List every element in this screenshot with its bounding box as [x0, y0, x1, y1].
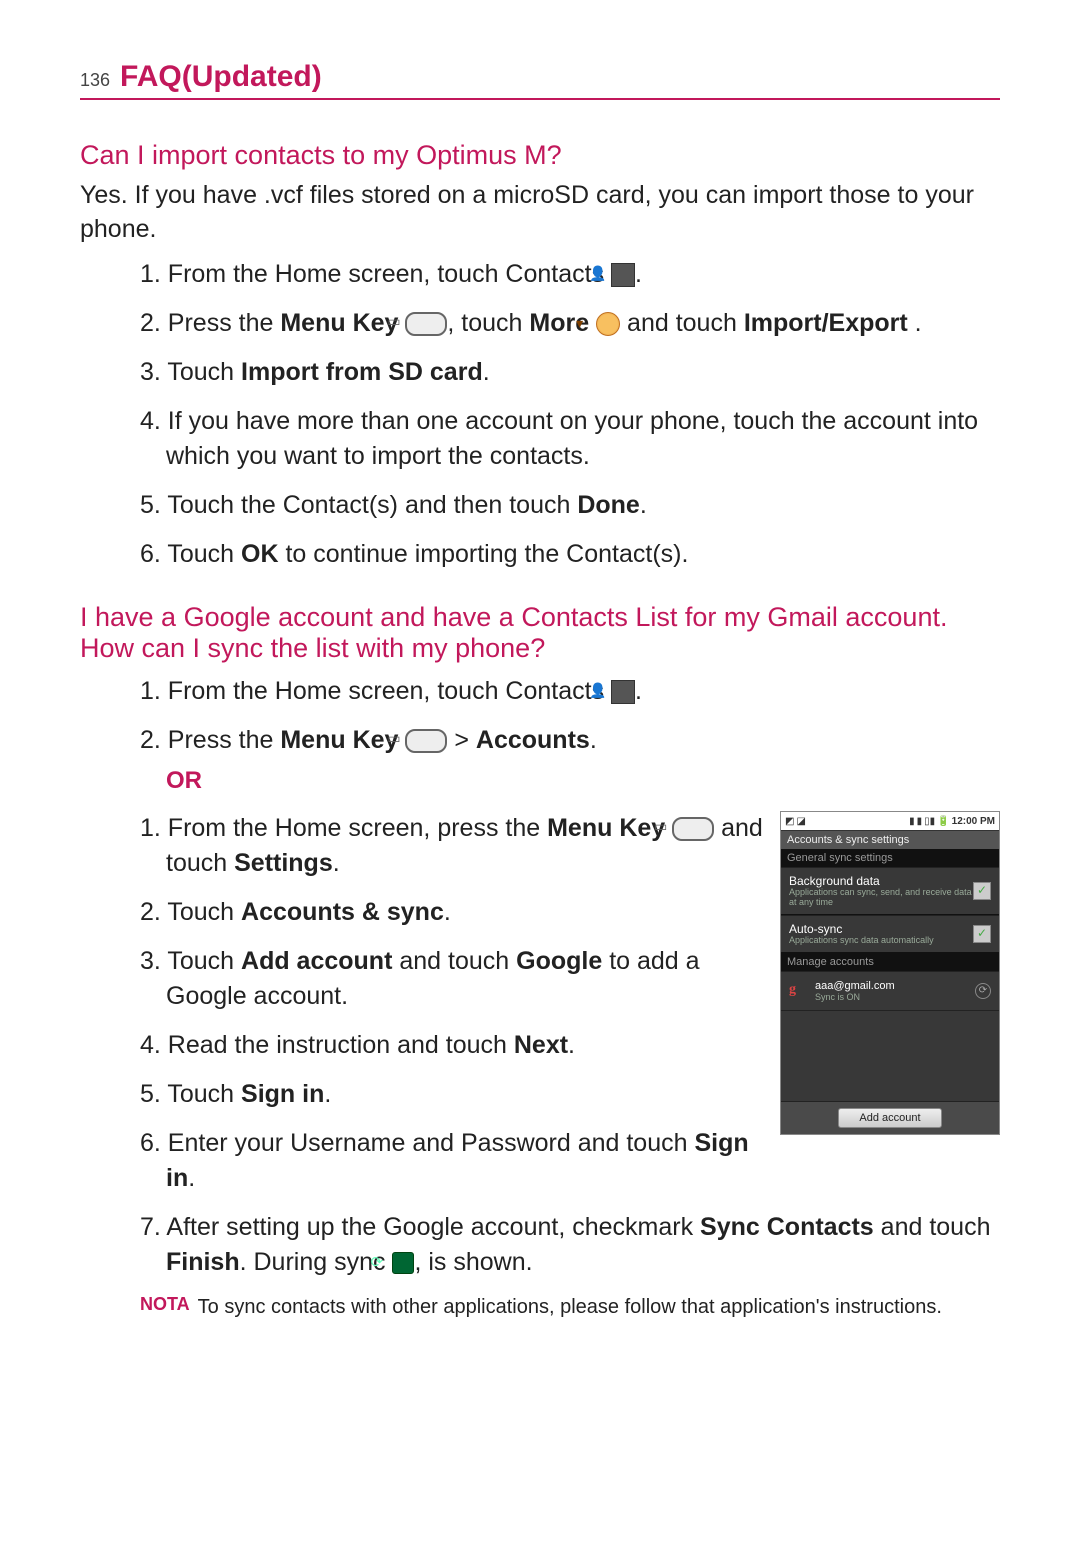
faq1-steps: 1. From the Home screen, touch Contacts … [80, 257, 1000, 572]
item-background-data[interactable]: Background data Applications can sync, s… [781, 867, 999, 915]
step: 7. After setting up the Google account, … [140, 1210, 1000, 1280]
menu-key-icon [405, 729, 447, 753]
step: 2. Press the Menu Key , touch More and t… [140, 306, 1000, 341]
note: NOTA To sync contacts with other applica… [80, 1294, 1000, 1320]
more-icon [596, 312, 620, 336]
or-label: OR [192, 764, 1000, 798]
account-row[interactable]: g aaa@gmail.com Sync is ON ⟳ [781, 971, 999, 1010]
empty-area [781, 1010, 999, 1101]
step: 2. Press the Menu Key > Accounts. OR [140, 723, 1000, 798]
google-icon: g [789, 982, 807, 1000]
page-header: 136 FAQ(Updated) [80, 60, 1000, 100]
sync-status-icon: ⟳ [975, 983, 991, 999]
faq-question-1: Can I import contacts to my Optimus M? [80, 140, 1000, 171]
faq-answer-1-intro: Yes. If you have .vcf files stored on a … [80, 179, 1000, 247]
section-manage: Manage accounts [781, 953, 999, 971]
page: 136 FAQ(Updated) Can I import contacts t… [0, 0, 1080, 1400]
contacts-icon [611, 680, 635, 704]
step: 6. Touch OK to continue importing the Co… [140, 537, 1000, 572]
screenshot-accounts-sync: ◩◪ ▮▮▯▮🔋12:00 PM Accounts & sync setting… [780, 811, 1000, 1135]
note-text: To sync contacts with other applications… [198, 1294, 942, 1320]
section-general: General sync settings [781, 849, 999, 867]
step: 4. If you have more than one account on … [140, 404, 1000, 474]
faq2-steps-a: 1. From the Home screen, touch Contacts … [80, 674, 1000, 798]
note-label: NOTA [140, 1294, 190, 1315]
menu-key-icon [672, 817, 714, 841]
page-title: FAQ(Updated) [120, 60, 322, 94]
faq-question-2: I have a Google account and have a Conta… [80, 602, 1000, 664]
checkbox-icon[interactable]: ✓ [973, 882, 991, 900]
menu-key-icon [405, 312, 447, 336]
item-auto-sync[interactable]: Auto-sync Applications sync data automat… [781, 915, 999, 953]
checkbox-icon[interactable]: ✓ [973, 925, 991, 943]
step: 5. Touch the Contact(s) and then touch D… [140, 488, 1000, 523]
add-account-button[interactable]: Add account [838, 1108, 941, 1128]
sync-icon [392, 1252, 414, 1274]
screen-title: Accounts & sync settings [781, 830, 999, 849]
contacts-icon [611, 263, 635, 287]
step: 1. From the Home screen, touch Contacts … [140, 257, 1000, 292]
page-number: 136 [80, 70, 110, 91]
status-bar: ◩◪ ▮▮▯▮🔋12:00 PM [781, 812, 999, 830]
step: 1. From the Home screen, touch Contacts … [140, 674, 1000, 709]
footer-bar: Add account [781, 1101, 999, 1134]
step: 3. Touch Import from SD card. [140, 355, 1000, 390]
step: 6. Enter your Username and Password and … [140, 1126, 1000, 1196]
